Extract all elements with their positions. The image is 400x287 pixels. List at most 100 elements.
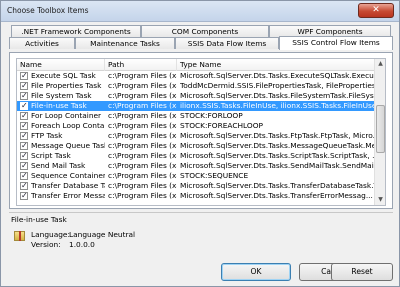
- item-checkbox[interactable]: ✓: [20, 151, 28, 160]
- cell-name: File-in-use Task: [31, 101, 87, 110]
- checkmark-icon: ✓: [21, 131, 28, 140]
- item-checkbox[interactable]: ✓: [20, 101, 28, 110]
- ok-button[interactable]: OK: [221, 263, 291, 281]
- cell-path: c:\Program Files (x86)...: [108, 161, 177, 170]
- item-checkbox[interactable]: ✓: [20, 181, 28, 190]
- cell-name: File System Task: [31, 91, 92, 100]
- table-row[interactable]: ✓Transfer Database Taskc:\Program Files …: [17, 181, 375, 191]
- item-checkbox[interactable]: ✓: [20, 71, 28, 80]
- close-button[interactable]: ✕: [358, 3, 394, 18]
- cell-type-name: Microsoft.SqlServer.Dts.Tasks.TransferEr…: [180, 191, 373, 200]
- cell-name: Foreach Loop Container: [31, 121, 105, 130]
- cell-type-name: Microsoft.SqlServer.Dts.Tasks.ScriptTask…: [180, 151, 375, 160]
- cell-name: Transfer Database Task: [31, 181, 105, 190]
- cell-name: File Properties Task: [31, 81, 102, 90]
- checkmark-icon: ✓: [21, 71, 28, 80]
- list-rows: ✓Execute SQL Taskc:\Program Files (x86).…: [17, 71, 375, 201]
- column-header-type-name[interactable]: Type Name: [177, 59, 375, 71]
- selected-item-title: File-in-use Task: [11, 215, 67, 224]
- scroll-thumb[interactable]: [376, 105, 385, 153]
- checkmark-icon: ✓: [21, 101, 28, 110]
- checkmark-icon: ✓: [21, 91, 28, 100]
- checkmark-icon: ✓: [21, 181, 28, 190]
- table-row[interactable]: ✓Script Task c:\Program Files (x86)...Mic…: [17, 151, 375, 161]
- table-row[interactable]: ✓Transfer Error Messages Taskc:\Program …: [17, 191, 375, 201]
- cell-type-name: Microsoft.SqlServer.Dts.Tasks.TransferDa…: [180, 181, 375, 190]
- item-checkbox[interactable]: ✓: [20, 161, 28, 170]
- column-header-name[interactable]: Name: [17, 59, 105, 71]
- table-row[interactable]: ✓Send Mail Task c:\Program Files (x86)...…: [17, 161, 375, 171]
- table-row[interactable]: ✓File System Task c:\Program Files (x86).…: [17, 91, 375, 101]
- table-row[interactable]: ✓FTP Task c:\Program Files (x86)...Micros…: [17, 131, 375, 141]
- cell-name: For Loop Container: [31, 111, 102, 120]
- item-checkbox[interactable]: ✓: [20, 81, 28, 90]
- tab-ssis-data-flow-items[interactable]: SSIS Data Flow Items: [175, 37, 279, 49]
- cell-name: Script Task: [31, 151, 71, 160]
- version-value: 1.0.0.0: [69, 240, 95, 249]
- cell-path: c:\Program Files (x86)...: [108, 151, 177, 160]
- tab-ssis-control-flow-items[interactable]: SSIS Control Flow Items: [279, 36, 393, 50]
- window-title: Choose Toolbox Items: [7, 6, 89, 15]
- checkmark-icon: ✓: [21, 141, 28, 150]
- item-checkbox[interactable]: ✓: [20, 191, 28, 200]
- tab-maintenance-tasks[interactable]: Maintenance Tasks: [75, 37, 175, 49]
- item-checkbox[interactable]: ✓: [20, 121, 28, 130]
- item-checkbox[interactable]: ✓: [20, 131, 28, 140]
- tab-strip: .NET Framework Components COM Components…: [9, 25, 393, 53]
- cell-path: c:\Program Files (x86)...: [108, 101, 177, 110]
- language-label: Language:: [31, 230, 70, 239]
- cell-type-name: Microsoft.SqlServer.Dts.Tasks.FtpTask.Ft…: [180, 131, 375, 140]
- cell-type-name: ToddMcDermid.SSIS.FilePropertiesTask, Fi…: [180, 81, 375, 90]
- reset-button[interactable]: Reset: [331, 263, 393, 281]
- language-value: Language Neutral: [69, 230, 136, 239]
- item-checkbox[interactable]: ✓: [20, 141, 28, 150]
- checkmark-icon: ✓: [21, 111, 28, 120]
- checkmark-icon: ✓: [21, 171, 28, 180]
- vertical-scrollbar[interactable]: ▲ ▼: [374, 59, 385, 205]
- table-row[interactable]: ✓Execute SQL Task c:\Program Files (x86).…: [17, 71, 375, 81]
- table-row[interactable]: ✓Sequence Containerc:\Program Files (x86…: [17, 171, 375, 181]
- item-checkbox[interactable]: ✓: [20, 171, 28, 180]
- table-row[interactable]: ✓ File Properties Task c:\Program Files (x…: [17, 81, 375, 91]
- table-row[interactable]: ✓For Loop Container c:\Program Files (x86…: [17, 111, 375, 121]
- cell-type-name: STOCK:SEQUENCE: [180, 171, 249, 180]
- checkmark-icon: ✓: [21, 191, 28, 200]
- column-header-path[interactable]: Path: [105, 59, 177, 71]
- package-icon: [14, 231, 25, 241]
- cell-path: c:\Program Files (x86)...: [108, 181, 177, 190]
- item-checkbox[interactable]: ✓: [20, 91, 28, 100]
- cell-path: c:\Program Files (x86)...: [108, 91, 177, 100]
- cell-type-name: STOCK:FOREACHLOOP: [180, 121, 263, 130]
- scroll-down-icon[interactable]: ▼: [375, 195, 385, 205]
- checkmark-icon: ✓: [21, 161, 28, 170]
- cell-path: c:\Program Files (x86)...: [108, 141, 177, 150]
- cell-type-name: Microsoft.SqlServer.Dts.Tasks.ExecuteSQL…: [180, 71, 375, 80]
- cell-path: c:\Program Files (x86)...: [108, 111, 177, 120]
- title-bar[interactable]: Choose Toolbox Items ✕: [1, 1, 399, 22]
- checkmark-icon: ✓: [21, 151, 28, 160]
- list-header: Name Path Type Name: [17, 59, 375, 71]
- cell-name: Send Mail Task: [31, 161, 86, 170]
- table-row[interactable]: ✓Message Queue Taskc:\Program Files (x86…: [17, 141, 375, 151]
- cell-path: c:\Program Files (x86)...: [108, 171, 177, 180]
- cell-path: c:\Program Files (x86)...: [108, 121, 177, 130]
- cell-type-name: Microsoft.SqlServer.Dts.Tasks.FileSystem…: [180, 91, 375, 100]
- tab-activities[interactable]: Activities: [9, 37, 75, 49]
- cell-type-name: Microsoft.SqlServer.Dts.Tasks.MessageQue…: [180, 141, 375, 150]
- item-checkbox[interactable]: ✓: [20, 111, 28, 120]
- dialog-window: Choose Toolbox Items ✕ .NET Framework Co…: [0, 0, 400, 287]
- cell-path: c:\Program Files (x86)...: [108, 131, 177, 140]
- cell-name: Sequence Container: [31, 171, 105, 180]
- cell-name: Transfer Error Messages Task: [31, 191, 105, 200]
- table-row[interactable]: ✓File-in-use Task c:\Program Files (x86).…: [17, 101, 375, 111]
- tab-net-framework-components[interactable]: .NET Framework Components: [11, 25, 141, 37]
- tab-com-components[interactable]: COM Components: [141, 25, 269, 37]
- toolbox-items-list[interactable]: Name Path Type Name ✓ Execute SQL Task c:\…: [16, 58, 386, 206]
- item-info-panel: File-in-use Task Language: Language Neut…: [9, 212, 393, 258]
- table-row[interactable]: ✓Foreach Loop Containerc:\Program Files …: [17, 121, 375, 131]
- close-icon: ✕: [372, 5, 380, 15]
- cell-type-name: Microsoft.SqlServer.Dts.Tasks.SendMailTa…: [180, 161, 375, 170]
- tab-panel: Name Path Type Name ✓ Execute SQL Task c:\…: [9, 52, 393, 209]
- scroll-up-icon[interactable]: ▲: [375, 59, 385, 69]
- cell-type-name: STOCK:FORLOOP: [180, 111, 243, 120]
